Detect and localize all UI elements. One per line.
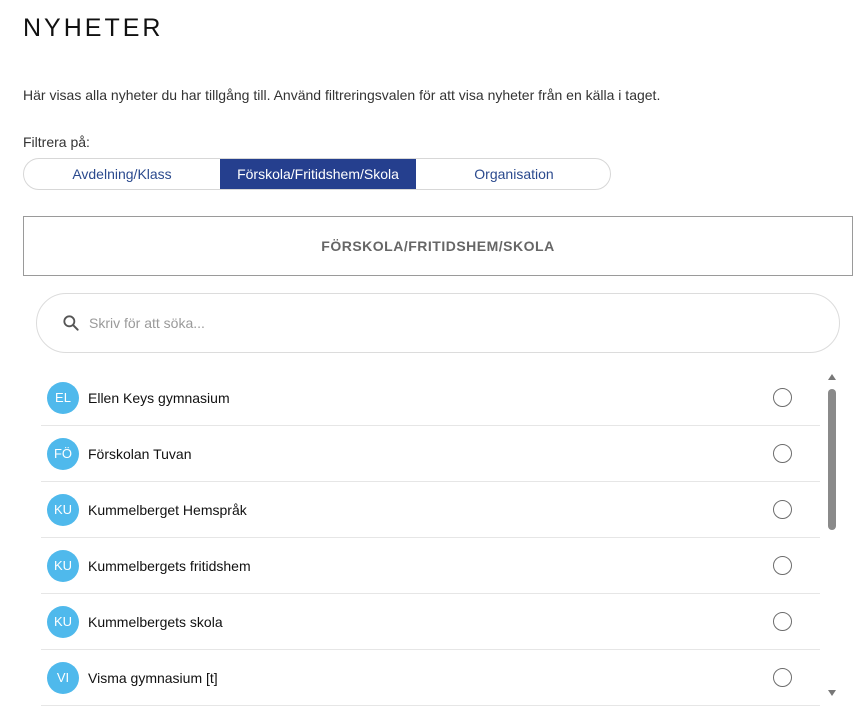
avatar: VI	[47, 661, 79, 694]
list-item-label: Kummelbergets fritidshem	[88, 557, 251, 574]
radio-button[interactable]	[773, 612, 792, 631]
list-item[interactable]: EL Ellen Keys gymnasium	[41, 370, 820, 426]
list-item-label: Kummelbergets skola	[88, 613, 223, 630]
page-title: NYHETER	[23, 14, 164, 42]
list-item-label: Kummelberget Hemspråk	[88, 501, 247, 518]
filter-segmented-control: Avdelning/Klass Förskola/Fritidshem/Skol…	[23, 158, 611, 190]
search-icon	[63, 315, 79, 331]
radio-button[interactable]	[773, 556, 792, 575]
search-bar	[36, 293, 840, 353]
scroll-thumb[interactable]	[828, 389, 836, 530]
list-item[interactable]: VI Visma gymnasium [t]	[41, 650, 820, 706]
scroll-down-arrow-icon[interactable]	[828, 690, 836, 696]
search-input[interactable]	[89, 315, 789, 331]
list-item-label: Ellen Keys gymnasium	[88, 389, 230, 406]
avatar: EL	[47, 381, 79, 414]
avatar: FÖ	[47, 437, 79, 470]
list-item-label: Förskolan Tuvan	[88, 445, 192, 462]
list-scrollbar[interactable]	[825, 374, 839, 696]
list-item[interactable]: FÖ Förskolan Tuvan	[41, 426, 820, 482]
radio-button[interactable]	[773, 500, 792, 519]
list-item[interactable]: KU Kummelbergets skola	[41, 594, 820, 650]
organization-list: EL Ellen Keys gymnasium FÖ Förskolan Tuv…	[41, 370, 820, 706]
radio-button[interactable]	[773, 668, 792, 687]
avatar: KU	[47, 605, 79, 638]
list-item[interactable]: KU Kummelberget Hemspråk	[41, 482, 820, 538]
radio-button[interactable]	[773, 388, 792, 407]
filter-label: Filtrera på:	[23, 134, 90, 150]
filter-segment-organisation[interactable]: Organisation	[416, 159, 610, 189]
scroll-up-arrow-icon[interactable]	[828, 374, 836, 380]
section-heading: FÖRSKOLA/FRITIDSHEM/SKOLA	[23, 216, 853, 276]
avatar: KU	[47, 549, 79, 582]
list-item[interactable]: KU Kummelbergets fritidshem	[41, 538, 820, 594]
page-intro: Här visas alla nyheter du har tillgång t…	[23, 87, 661, 103]
radio-button[interactable]	[773, 444, 792, 463]
avatar: KU	[47, 493, 79, 526]
list-item-label: Visma gymnasium [t]	[88, 669, 218, 686]
filter-segment-forskola-fritidshem-skola[interactable]: Förskola/Fritidshem/Skola	[220, 159, 416, 189]
news-page: NYHETER Här visas alla nyheter du har ti…	[0, 0, 864, 720]
filter-segment-avdelning-klass[interactable]: Avdelning/Klass	[24, 159, 220, 189]
